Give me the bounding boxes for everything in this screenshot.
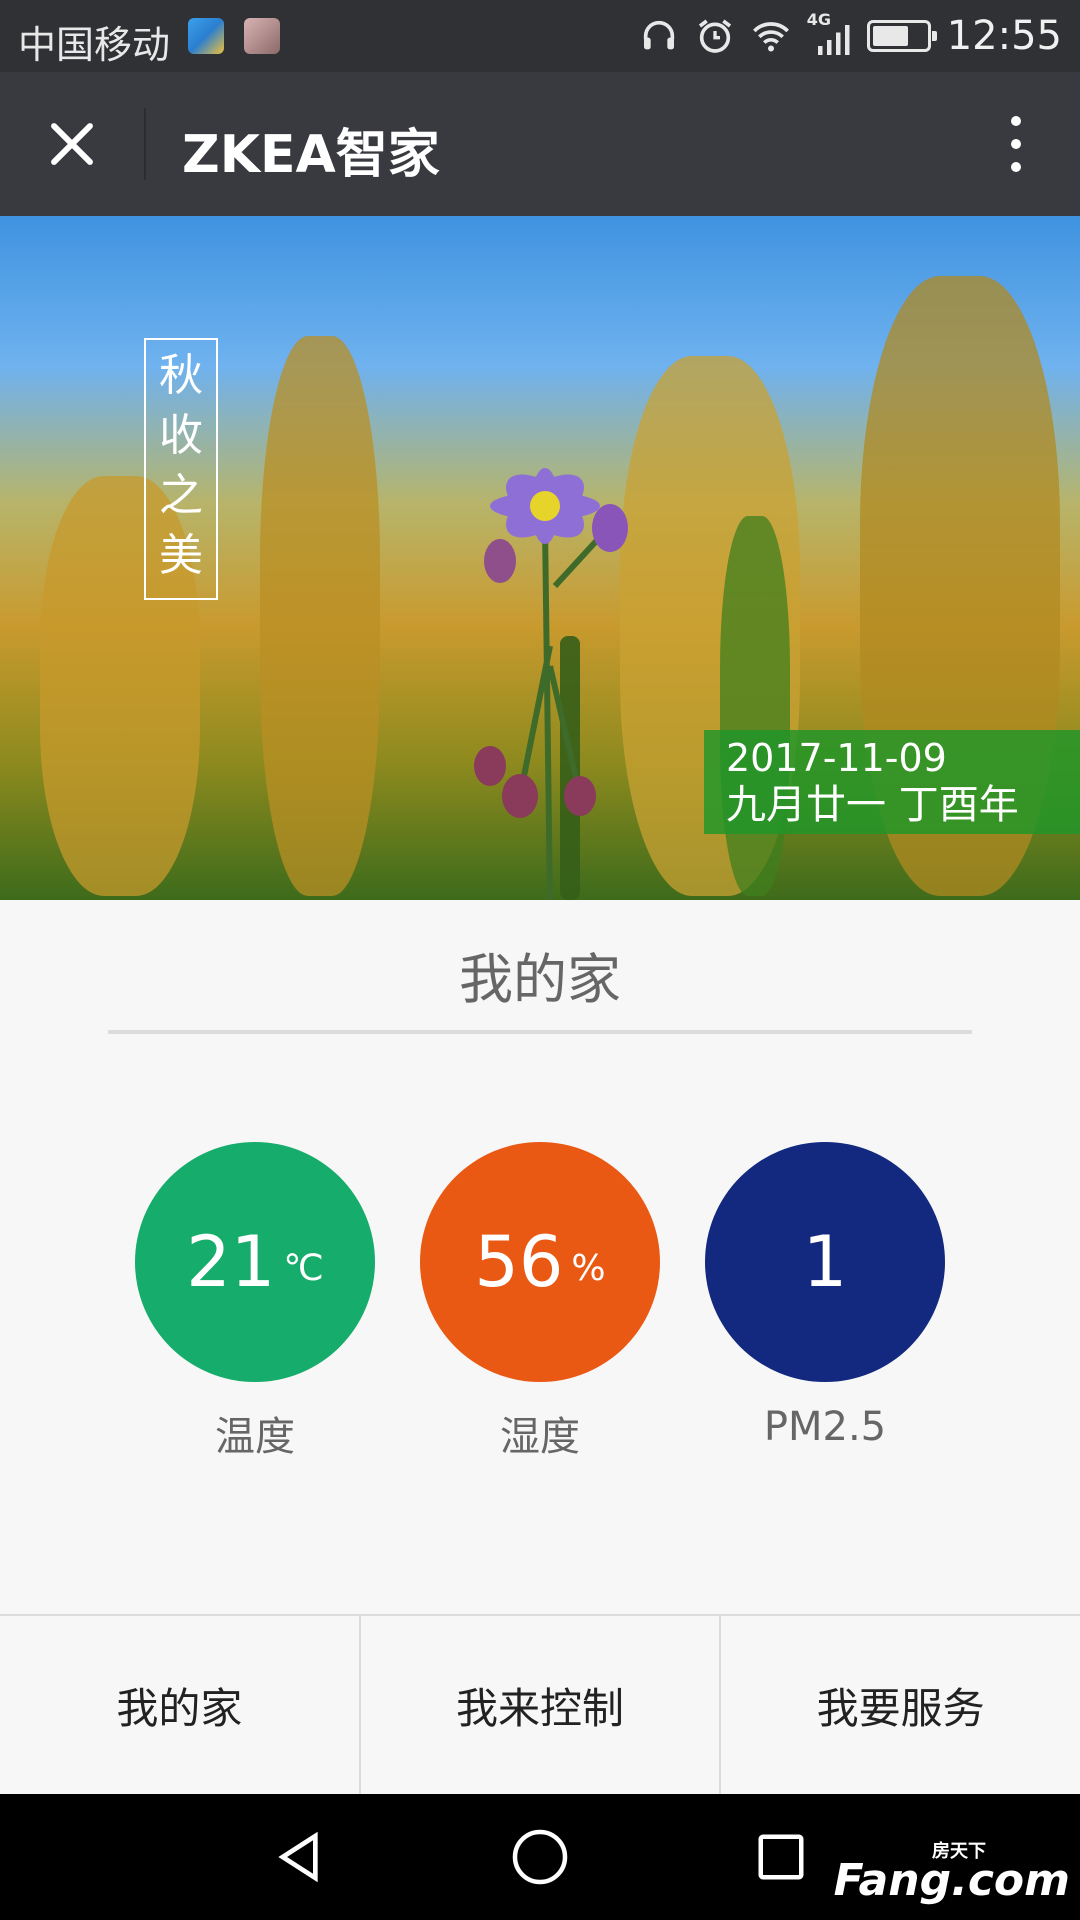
pm25-metric: 1 PM2.5 (705, 1142, 945, 1450)
status-indicators: 4G 12:55 (639, 10, 1062, 62)
temperature-metric: 21 ℃ 温度 (135, 1142, 375, 1462)
page-title: ZKEA智家 (182, 125, 440, 185)
pm25-circle: 1 (705, 1142, 945, 1382)
home-circle-icon (512, 1829, 568, 1885)
poem-caption: 秋 收 之 美 (144, 338, 218, 600)
section-divider (108, 1030, 972, 1034)
flower-icon (474, 468, 628, 900)
humidity-value: 56 (474, 1221, 564, 1303)
carrier-name: 中国移动 (18, 23, 171, 67)
clock-time: 12:55 (946, 13, 1062, 59)
tab-service[interactable]: 我要服务 (721, 1616, 1080, 1794)
home-button[interactable] (505, 1822, 575, 1892)
signal-icon: 4G (807, 10, 851, 58)
watermark-small: 房天下 (932, 1841, 986, 1862)
tab-control[interactable]: 我来控制 (361, 1616, 722, 1794)
alarm-icon (698, 19, 731, 53)
humidity-circle: 56 % (420, 1142, 660, 1382)
recent-square-icon (758, 1834, 804, 1880)
humidity-metric: 56 % 湿度 (420, 1142, 660, 1462)
humidity-label: 湿度 (500, 1414, 580, 1460)
more-vertical-icon (1011, 116, 1021, 126)
temperature-unit: ℃ (283, 1247, 324, 1289)
poem-char: 之 (159, 470, 203, 521)
system-nav-bar: 房天下 Fang.com (0, 1794, 1080, 1920)
status-bar: 中国移动 4G 12:55 (0, 0, 1080, 72)
close-icon (51, 123, 93, 165)
title-bar: ZKEA智家 (0, 72, 1080, 216)
notification-app-icon (188, 18, 224, 54)
notification-photo-icon (244, 18, 280, 54)
watermark-logo: 房天下 Fang.com (834, 1841, 1070, 1906)
tab-my-home[interactable]: 我的家 (0, 1616, 361, 1794)
headphones-icon (643, 20, 674, 50)
wifi-icon (752, 22, 789, 52)
humidity-unit: % (571, 1247, 606, 1289)
back-button[interactable] (264, 1822, 334, 1892)
gregorian-date: 2017-11-09 (726, 736, 947, 780)
section-title: 我的家 (459, 948, 621, 1011)
bottom-menu: 我的家 我来控制 我要服务 (0, 1614, 1080, 1794)
lunar-date: 九月廿一 丁酉年 (726, 782, 1019, 828)
battery-icon (866, 20, 937, 52)
poem-char: 秋 (159, 350, 203, 401)
close-button[interactable] (36, 108, 108, 180)
pm25-value: 1 (802, 1221, 848, 1303)
poem-char: 美 (159, 530, 203, 581)
title-divider (144, 108, 146, 180)
date-panel: 2017-11-09 九月廿一 丁酉年 (704, 730, 1080, 834)
more-button[interactable] (992, 112, 1040, 176)
back-triangle-icon (278, 1831, 318, 1883)
temperature-value: 21 (186, 1221, 276, 1303)
banner-image: 秋 收 之 美 2017-11-09 九月廿一 丁酉年 (0, 216, 1080, 900)
pm25-label: PM2.5 (763, 1404, 887, 1450)
recents-button[interactable] (746, 1822, 816, 1892)
temperature-label: 温度 (215, 1414, 295, 1460)
temperature-circle: 21 ℃ (135, 1142, 375, 1382)
poem-char: 收 (159, 410, 203, 461)
